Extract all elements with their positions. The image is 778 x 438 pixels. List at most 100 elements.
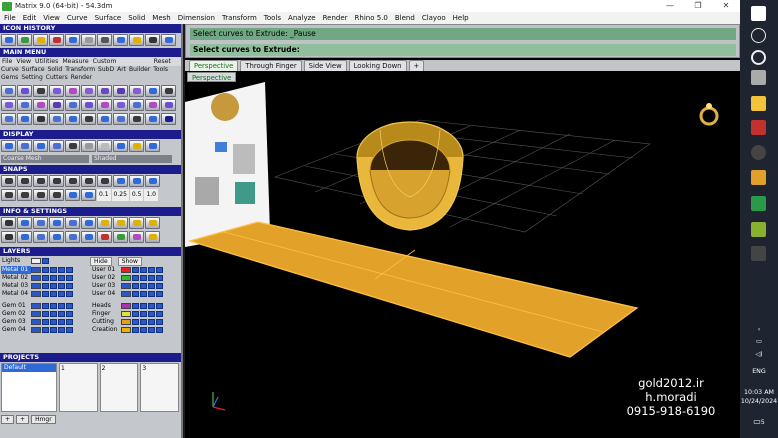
tool-button[interactable] (65, 34, 80, 46)
layer-toggle[interactable] (58, 275, 65, 281)
layer-toggle[interactable] (148, 303, 155, 309)
layer-toggle[interactable] (50, 319, 57, 325)
layer-toggle[interactable] (66, 275, 73, 281)
snap-button[interactable] (81, 175, 96, 187)
snap-button[interactable] (97, 175, 112, 187)
minimize-button[interactable]: — (656, 0, 684, 12)
layer-toggle[interactable] (50, 267, 57, 273)
tab-view[interactable]: View (14, 57, 33, 66)
snap-value-2[interactable]: 0.25 (111, 189, 129, 201)
layer-row[interactable]: User 02 (91, 274, 164, 282)
project-slot-3[interactable]: 3 (140, 363, 180, 412)
layer-row[interactable]: Finger (91, 310, 164, 318)
category-solid[interactable]: Solid (48, 66, 63, 74)
layer-toggle[interactable] (132, 303, 139, 309)
tool-button[interactable] (1, 99, 16, 111)
tool-button[interactable] (145, 140, 160, 152)
layer-toggle[interactable] (50, 311, 57, 317)
layer-color-swatch[interactable] (121, 311, 131, 317)
tab-file[interactable]: File (0, 57, 14, 66)
menu-tools[interactable]: Tools (264, 14, 281, 22)
tool-button[interactable] (97, 34, 112, 46)
tool-button[interactable] (49, 140, 64, 152)
search-icon[interactable] (751, 28, 766, 43)
tool-button[interactable] (81, 140, 96, 152)
category-tools[interactable]: Tools (153, 66, 168, 74)
snap-button[interactable] (33, 189, 48, 201)
tool-button[interactable] (1, 85, 16, 97)
category-art[interactable]: Art (117, 66, 126, 74)
layer-toggle[interactable] (42, 267, 49, 273)
layer-toggle[interactable] (58, 319, 65, 325)
layer-toggle[interactable] (50, 303, 57, 309)
menu-edit[interactable]: Edit (23, 14, 37, 22)
tool-button[interactable] (113, 113, 128, 125)
menu-rhino[interactable]: Rhino 5.0 (355, 14, 388, 22)
layer-toggle[interactable] (132, 283, 139, 289)
hmgr-button[interactable]: Hmgr (31, 415, 56, 424)
snap-button[interactable] (65, 189, 80, 201)
tool-button[interactable] (33, 217, 48, 229)
snap-button[interactable] (1, 175, 16, 187)
task-view-icon[interactable] (751, 70, 766, 85)
snap-button[interactable] (17, 189, 32, 201)
menu-help[interactable]: Help (453, 14, 469, 22)
tab-utilities[interactable]: Utilities (33, 57, 60, 66)
tool-button[interactable] (81, 85, 96, 97)
tool-button[interactable] (113, 140, 128, 152)
layer-row[interactable]: Gem 01 (1, 302, 74, 310)
language-indicator[interactable]: ENG (740, 368, 778, 375)
layer-toggle[interactable] (66, 319, 73, 325)
tab-looking-down[interactable]: Looking Down (348, 60, 407, 71)
layer-row[interactable]: Creation (91, 326, 164, 334)
file-explorer-icon[interactable] (751, 96, 766, 111)
layer-toggle[interactable] (156, 267, 163, 273)
add-project-button[interactable]: + (1, 415, 15, 424)
tool-button[interactable] (17, 113, 32, 125)
tool-button[interactable] (97, 113, 112, 125)
tool-button[interactable] (33, 140, 48, 152)
layer-toggle[interactable] (58, 267, 65, 273)
tool-button[interactable] (17, 217, 32, 229)
snap-button[interactable] (49, 189, 64, 201)
layer-toggle[interactable] (50, 283, 57, 289)
snap-button[interactable] (129, 175, 144, 187)
tool-button[interactable] (17, 99, 32, 111)
tool-button[interactable] (17, 231, 32, 243)
tool-button[interactable] (129, 34, 144, 46)
tab-measure[interactable]: Measure (60, 57, 90, 66)
layer-color-swatch[interactable] (31, 267, 41, 273)
tool-button[interactable] (33, 85, 48, 97)
tool-button[interactable] (145, 113, 160, 125)
cortana-icon[interactable] (751, 50, 766, 65)
menu-dimension[interactable]: Dimension (178, 14, 215, 22)
layer-toggle[interactable] (148, 291, 155, 297)
layer-row[interactable]: User 01 (91, 266, 164, 274)
layer-toggle[interactable] (140, 319, 147, 325)
layer-row[interactable]: Metal 02 (1, 274, 74, 282)
layer-toggle[interactable] (66, 267, 73, 273)
tool-button[interactable] (161, 99, 176, 111)
tool-button[interactable] (1, 113, 16, 125)
tool-button[interactable] (97, 140, 112, 152)
menu-view[interactable]: View (43, 14, 60, 22)
tool-button[interactable] (81, 99, 96, 111)
layer-toggle[interactable] (66, 303, 73, 309)
clock-date[interactable]: 10/24/2024 (740, 398, 778, 405)
tool-button[interactable] (1, 217, 16, 229)
layer-color-swatch[interactable] (31, 258, 41, 264)
layer-toggle[interactable] (156, 303, 163, 309)
layer-toggle[interactable] (66, 327, 73, 333)
layer-toggle[interactable] (156, 275, 163, 281)
project-slot-1[interactable]: 1 (59, 363, 98, 412)
layer-toggle[interactable] (140, 267, 147, 273)
tab-perspective[interactable]: Perspective (189, 60, 239, 71)
tool-button[interactable] (129, 140, 144, 152)
layer-toggle[interactable] (140, 327, 147, 333)
layer-toggle[interactable] (66, 283, 73, 289)
layer-toggle[interactable] (58, 303, 65, 309)
layer-toggle[interactable] (156, 291, 163, 297)
tool-button[interactable] (129, 85, 144, 97)
layer-toggle[interactable] (58, 327, 65, 333)
layer-toggle[interactable] (148, 275, 155, 281)
